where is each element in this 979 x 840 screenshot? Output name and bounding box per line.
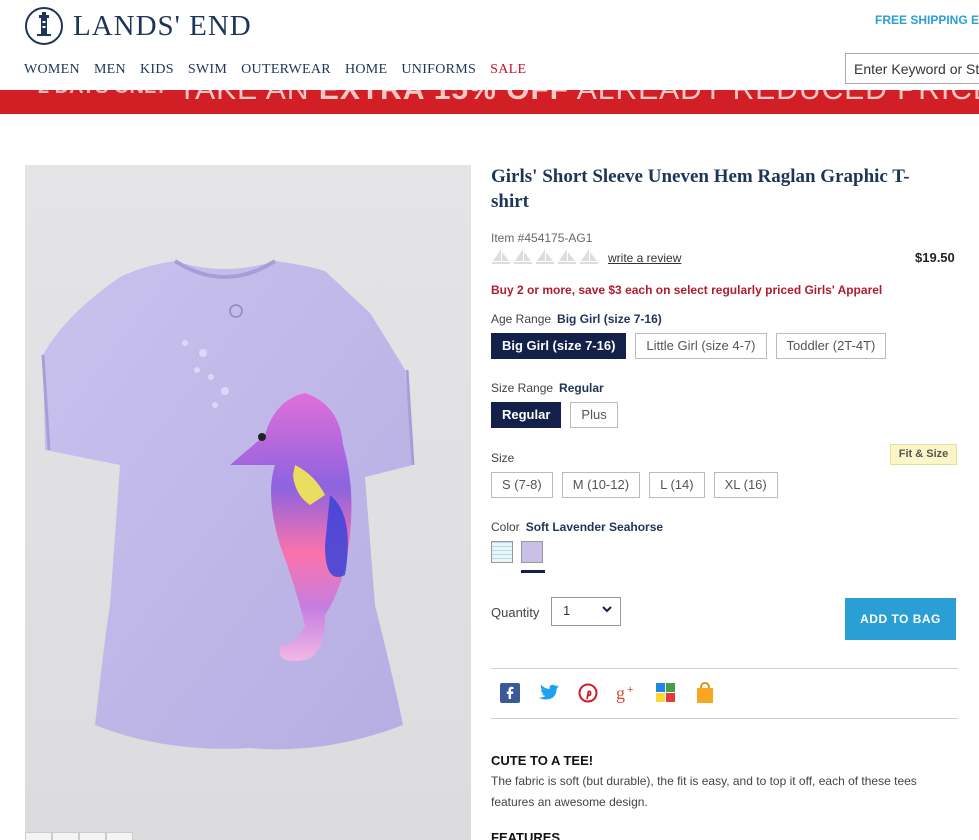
color-label: Color Soft Lavender Seahorse xyxy=(491,520,664,534)
shopping-bag-icon[interactable] xyxy=(694,682,716,704)
tshirt-illustration xyxy=(41,259,415,750)
sailboat-rating-icon xyxy=(536,249,554,264)
main-nav: WOMEN MEN KIDS SWIM OUTERWEAR HOME UNIFO… xyxy=(24,62,540,78)
product-image[interactable] xyxy=(25,165,471,840)
google-plus-icon[interactable]: g + xyxy=(616,682,638,704)
quantity-label: Quantity xyxy=(491,605,540,620)
write-review-link[interactable]: write a review xyxy=(608,251,681,265)
nav-kids[interactable]: KIDS xyxy=(140,62,174,78)
svg-text:g: g xyxy=(616,683,625,703)
size-range-plus[interactable]: Plus xyxy=(570,402,618,428)
thumbnail[interactable] xyxy=(79,832,106,840)
svg-text:+: + xyxy=(627,684,633,696)
size-option-l[interactable]: L (14) xyxy=(649,472,705,498)
color-swatch-lavender[interactable] xyxy=(521,541,545,573)
sailboat-rating-icon xyxy=(580,249,598,264)
divider xyxy=(491,668,958,669)
size-label: Size xyxy=(491,451,515,465)
rating-stars[interactable] xyxy=(491,248,601,264)
sailboat-rating-icon xyxy=(558,249,576,264)
brand-logo[interactable]: LANDS' END xyxy=(25,7,252,45)
search-input[interactable]: Enter Keyword or St xyxy=(845,53,979,84)
size-options: S (7-8) M (10-12) L (14) XL (16) xyxy=(491,472,787,498)
item-number: Item #454175-AG1 xyxy=(491,231,593,245)
thumbnail-strip xyxy=(25,832,133,840)
thumbnail[interactable] xyxy=(106,832,133,840)
social-share-bar: g + xyxy=(499,682,733,704)
age-option-big-girl[interactable]: Big Girl (size 7-16) xyxy=(491,333,627,359)
color-selected: Soft Lavender Seahorse xyxy=(525,520,664,534)
size-option-xl[interactable]: XL (16) xyxy=(713,472,778,498)
nav-uniforms[interactable]: UNIFORMS xyxy=(401,62,476,78)
sailboat-rating-icon xyxy=(492,249,510,264)
nav-sale[interactable]: SALE xyxy=(490,62,526,78)
facebook-icon[interactable] xyxy=(499,682,521,704)
promo-duration: 2 DAYS ONLY xyxy=(38,90,168,99)
nav-women[interactable]: WOMEN xyxy=(24,62,80,78)
quantity-select[interactable]: 1 xyxy=(551,597,621,626)
promo-banner[interactable]: 2 DAYS ONLY TAKE AN EXTRA 15% OFF ALREAD… xyxy=(0,90,979,114)
size-option-s[interactable]: S (7-8) xyxy=(491,472,553,498)
chevron-down-icon xyxy=(602,606,612,613)
pinterest-icon[interactable] xyxy=(577,682,599,704)
product-price: $19.50 xyxy=(915,250,955,265)
nav-swim[interactable]: SWIM xyxy=(188,62,227,78)
age-range-options: Big Girl (size 7-16) Little Girl (size 4… xyxy=(491,333,895,359)
brand-name: LANDS' END xyxy=(73,9,252,42)
twitter-icon[interactable] xyxy=(538,682,560,704)
site-header: LANDS' END FREE SHIPPING E WOMEN MEN KID… xyxy=(0,0,979,90)
age-range-selected: Big Girl (size 7-16) xyxy=(557,312,662,326)
nav-men[interactable]: MEN xyxy=(94,62,126,78)
lighthouse-icon xyxy=(25,7,63,45)
product-title: Girls' Short Sleeve Uneven Hem Raglan Gr… xyxy=(491,166,910,212)
color-swatches xyxy=(491,541,551,573)
size-range-options: Regular Plus xyxy=(491,402,627,428)
age-range-label: Age Range Big Girl (size 7-16) xyxy=(491,312,662,326)
thumbnail[interactable] xyxy=(52,832,79,840)
quantity-value: 1 xyxy=(563,603,571,618)
age-option-little-girl[interactable]: Little Girl (size 4-7) xyxy=(635,333,767,359)
description-text: The fabric is soft (but durable), the fi… xyxy=(491,774,917,809)
color-squares-icon[interactable] xyxy=(655,682,677,704)
size-range-selected: Regular xyxy=(559,381,604,395)
features-heading: FEATURES xyxy=(491,831,561,840)
promo-message: TAKE AN EXTRA 15% OFF ALREADY REDUCED PR… xyxy=(178,90,979,107)
size-option-m[interactable]: M (10-12) xyxy=(561,472,641,498)
fit-and-size-button[interactable]: Fit & Size xyxy=(890,444,957,465)
sailboat-rating-icon xyxy=(514,249,532,264)
size-range-regular[interactable]: Regular xyxy=(491,402,562,428)
description-heading: CUTE TO A TEE! xyxy=(491,753,594,768)
free-shipping-link[interactable]: FREE SHIPPING E xyxy=(875,13,979,27)
age-option-toddler[interactable]: Toddler (2T-4T) xyxy=(775,333,887,359)
add-to-bag-button[interactable]: ADD TO BAG xyxy=(845,598,956,640)
divider xyxy=(491,718,958,719)
size-range-label: Size Range Regular xyxy=(491,381,604,395)
color-swatch-stripe[interactable] xyxy=(491,541,513,563)
nav-outerwear[interactable]: OUTERWEAR xyxy=(241,62,331,78)
nav-home[interactable]: HOME xyxy=(345,62,387,78)
thumbnail[interactable] xyxy=(25,832,52,840)
multi-buy-promo: Buy 2 or more, save $3 each on select re… xyxy=(491,283,883,297)
